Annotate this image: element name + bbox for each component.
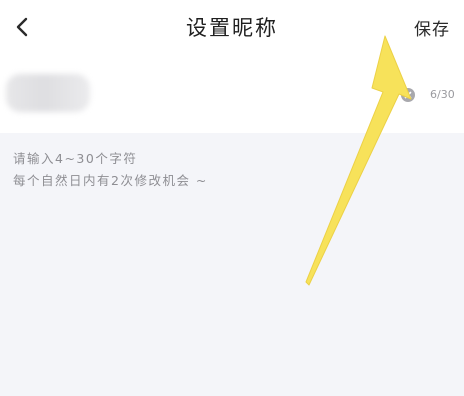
char-count: 6/30 <box>430 88 455 101</box>
save-button[interactable]: 保存 <box>414 15 450 40</box>
nickname-input-row: 6/30 <box>0 56 464 133</box>
close-circle-icon <box>404 91 412 99</box>
hint-text: 请输入4~30个字符 每个自然日内有2次修改机会 ~ <box>13 148 208 192</box>
page-title: 设置昵称 <box>186 16 278 40</box>
hint-line-limit: 每个自然日内有2次修改机会 ~ <box>13 173 208 188</box>
hint-line-length: 请输入4~30个字符 <box>13 151 138 166</box>
clear-button[interactable] <box>401 88 415 102</box>
nickname-input[interactable] <box>6 74 90 112</box>
header-bar: 设置昵称 保存 <box>0 0 464 56</box>
